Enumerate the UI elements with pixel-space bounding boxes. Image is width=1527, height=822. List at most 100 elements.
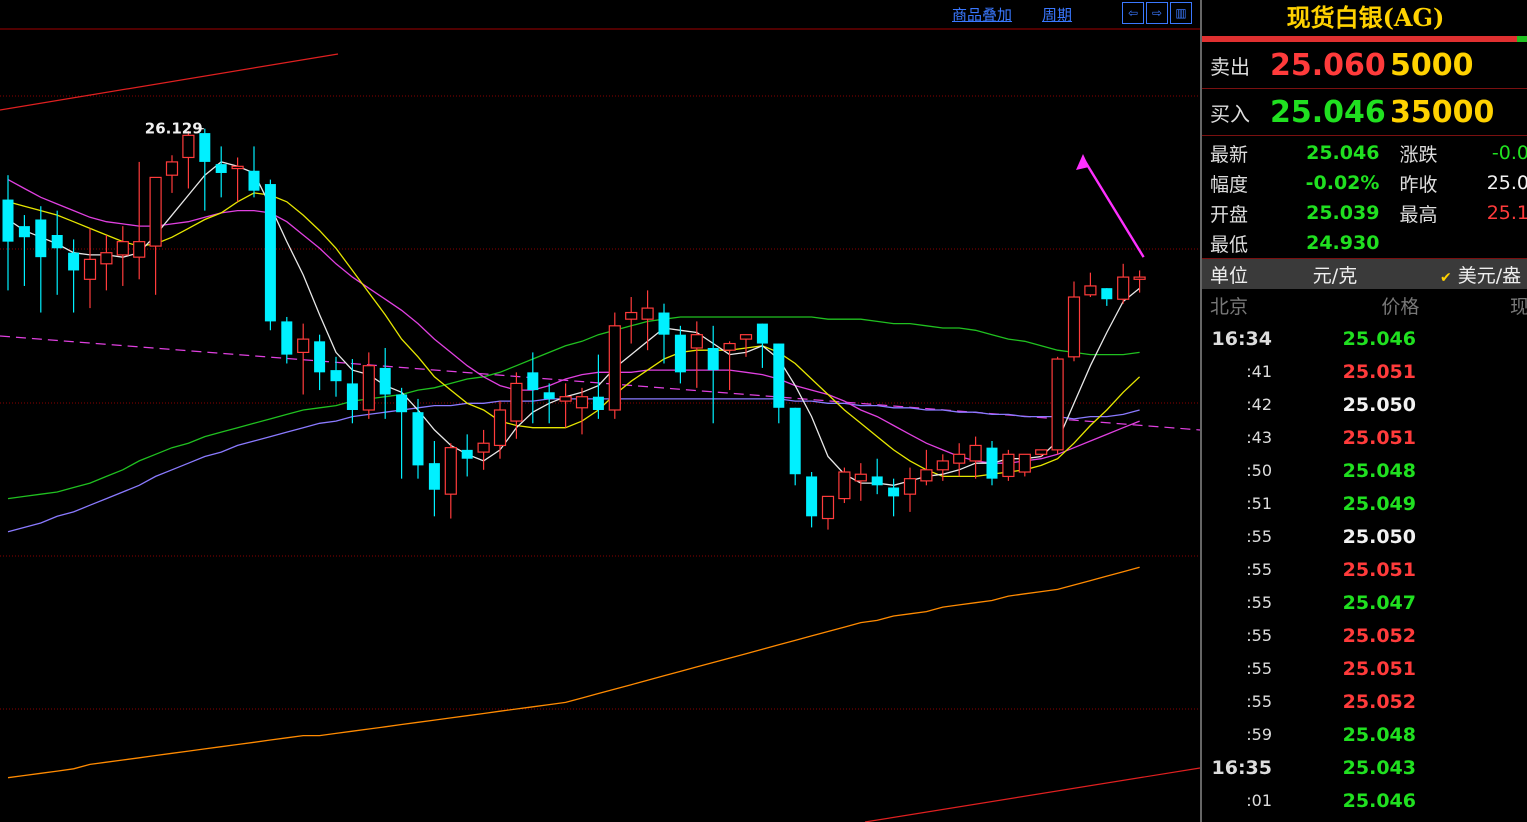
bid-row: 买入 25.046 35000 — [1202, 89, 1527, 136]
overlay-link[interactable]: 商品叠加 — [952, 4, 1012, 25]
stats-table: 最新 25.046 涨跌 -0.0 幅度 -0.02% 昨收 25.0 开盘 2… — [1202, 136, 1527, 259]
candle-body — [821, 495, 835, 520]
stats-row: 开盘 25.039 最高 25.1 — [1202, 198, 1527, 228]
unit-label: 单位 — [1210, 264, 1249, 287]
candle-body — [888, 487, 900, 497]
stat-label: 最低 — [1210, 233, 1249, 256]
tick-price: 25.052 — [1342, 690, 1416, 713]
ask-label: 卖出 — [1210, 54, 1250, 79]
chart-toolbar: 商品叠加 周期 — [952, 2, 1072, 26]
candle-body — [362, 365, 375, 411]
tick-list[interactable]: 16:34 25.046:41 25.051:42 25.050:43 25.051:5… — [1202, 322, 1527, 817]
forecast-arrow-shaft — [1081, 157, 1145, 258]
ask-volume: 5000 — [1390, 47, 1474, 83]
tick-time: :43 — [1246, 428, 1272, 447]
forecast-arrow-head — [1076, 154, 1089, 170]
ma5-line — [7, 161, 1141, 486]
chart-canvas: 26.129 — [0, 28, 1200, 822]
candle-body — [1133, 276, 1146, 280]
tick-row: :41 25.051 — [1202, 355, 1527, 388]
candle-body — [806, 476, 818, 517]
candle-body — [18, 226, 30, 238]
candle-body — [493, 409, 507, 447]
candle-body — [527, 372, 539, 391]
candle-body — [314, 341, 326, 373]
stats-row: 最低 24.930 — [1202, 228, 1527, 258]
scroll-left-icon[interactable]: ⇦ — [1122, 2, 1144, 24]
tick-row: 16:35 25.043 — [1202, 751, 1527, 784]
tick-time: :41 — [1246, 362, 1272, 381]
candle-body — [231, 165, 244, 170]
candle-body — [182, 134, 195, 159]
candle-body — [149, 176, 162, 247]
ma10-line — [7, 192, 1141, 478]
tick-price: 25.051 — [1342, 657, 1416, 680]
stat-value: 25.039 — [1306, 202, 1380, 224]
tick-time: :51 — [1246, 494, 1272, 513]
candle-body — [773, 343, 785, 408]
candle-body — [707, 347, 719, 371]
bid-label: 买入 — [1210, 101, 1250, 126]
tick-time: :55 — [1246, 593, 1272, 612]
tick-price: 25.046 — [1342, 327, 1416, 350]
unit-value: 元/克 — [1312, 264, 1358, 287]
candlestick-chart[interactable]: 26.129 商品叠加 周期 ⇦ ⇨ ▥ — [0, 0, 1200, 822]
ma20-line — [7, 179, 1140, 464]
candle-body — [330, 370, 342, 382]
tick-time: 16:34 — [1211, 327, 1272, 350]
tick-price: 25.049 — [1342, 492, 1416, 515]
candle-body — [592, 396, 604, 410]
candle-body — [264, 184, 276, 322]
unit-toggle[interactable]: ✔ 美元/盎 — [1390, 261, 1521, 288]
stat-value: 25.0 — [1486, 172, 1527, 194]
tick-price: 25.050 — [1342, 525, 1416, 548]
candle-body — [1084, 285, 1097, 296]
candle-body — [412, 412, 424, 466]
tick-time: :50 — [1246, 461, 1272, 480]
bid-volume: 35000 — [1390, 94, 1495, 130]
stats-row: 最新 25.046 涨跌 -0.0 — [1202, 138, 1527, 168]
tick-price: 25.046 — [1342, 789, 1416, 812]
candle-body — [690, 334, 703, 349]
stat-value: 24.930 — [1306, 232, 1380, 254]
stat-label: 最高 — [1399, 203, 1438, 226]
candle-body — [215, 164, 227, 173]
candle-body — [461, 449, 473, 459]
tick-row: :55 25.050 — [1202, 520, 1527, 553]
trendline-lower — [864, 767, 1200, 822]
tick-time: :55 — [1246, 659, 1272, 678]
stat-label: 涨跌 — [1399, 143, 1438, 166]
tick-row: :55 25.051 — [1202, 652, 1527, 685]
candle-body — [854, 473, 867, 482]
candle-body — [1101, 288, 1113, 300]
candle-body — [789, 407, 801, 475]
tick-time: :55 — [1246, 692, 1272, 711]
candle-body — [248, 170, 260, 191]
trendline-upper — [0, 53, 339, 111]
candle-body — [1002, 453, 1015, 478]
period-link[interactable]: 周期 — [1042, 4, 1072, 25]
tick-time: :01 — [1246, 791, 1272, 810]
candle-body — [986, 447, 998, 479]
stat-label: 开盘 — [1210, 203, 1249, 226]
stat-label: 昨收 — [1399, 173, 1438, 196]
candle-body — [625, 311, 638, 320]
candle-body — [903, 478, 917, 495]
candle-body — [379, 367, 391, 395]
candle-body — [133, 241, 146, 258]
stat-label: 幅度 — [1210, 173, 1249, 196]
candle-body — [444, 447, 457, 495]
layout-grid-icon[interactable]: ▥ — [1170, 2, 1192, 24]
candle-body — [100, 252, 113, 265]
tick-price: 25.048 — [1342, 723, 1416, 746]
tick-row: :01 25.046 — [1202, 784, 1527, 817]
tick-price: 25.051 — [1342, 426, 1416, 449]
quote-panel: 现货白银(AG) 卖出 25.060 5000 买入 25.046 35000 … — [1200, 0, 1527, 822]
candle-body — [739, 334, 753, 340]
scroll-right-icon[interactable]: ⇨ — [1146, 2, 1168, 24]
stat-value: -0.02% — [1305, 172, 1380, 194]
high-price-label: 26.129 — [145, 120, 203, 138]
candle-body — [559, 396, 572, 402]
candle-body — [1051, 358, 1064, 451]
ma30-line — [7, 316, 1140, 500]
